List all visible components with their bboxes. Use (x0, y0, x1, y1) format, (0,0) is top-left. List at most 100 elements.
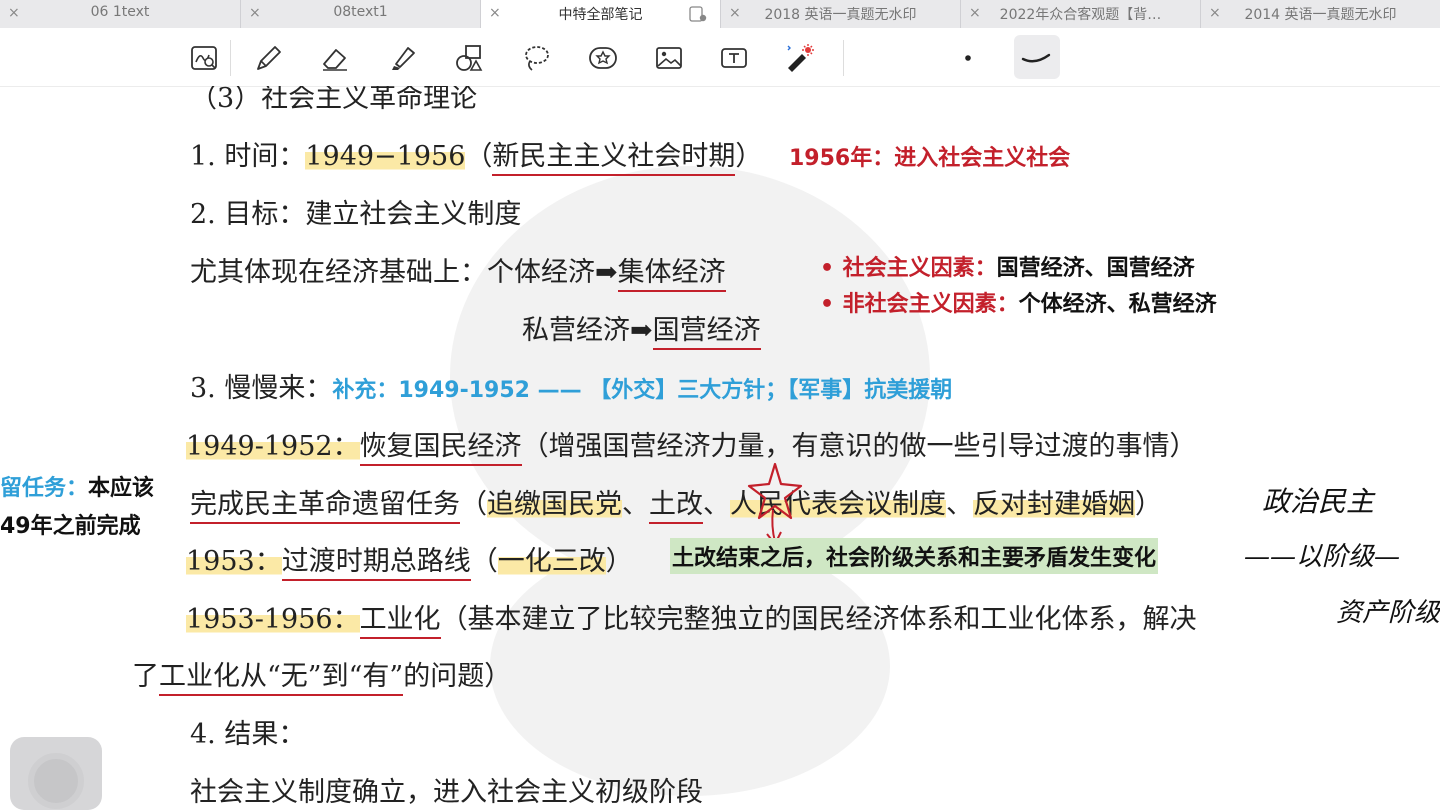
p1956b-line: 了工业化从“无”到“有”的问题） (132, 654, 512, 696)
p1953-open: （ (470, 546, 498, 577)
tab-bar: × 06 1text × 08text1 × 中特全部笔记 × 2018 英语一… (0, 0, 1440, 29)
toolbar-divider (843, 40, 844, 76)
item1-paren-open: （ (465, 141, 493, 172)
dot-size-icon[interactable] (950, 38, 986, 78)
democratic-b: 土改 (649, 489, 703, 524)
laser-pointer-icon[interactable] (782, 38, 818, 78)
bullet-icon: • (820, 256, 835, 281)
item2-text: 建立社会主义制度 (305, 199, 522, 230)
p1949-line: 1949-1952：恢复国民经济（增强国营经济力量，有意识的做一些引导过渡的事情… (186, 424, 1197, 466)
econ-collective: 集体经济 (617, 257, 726, 292)
democratic-sep1: 、 (622, 489, 649, 520)
p1956b-pre: 了 (132, 661, 159, 692)
tab-active-notes[interactable]: × 中特全部笔记 (481, 0, 721, 28)
side-note: 留任务：本应该 (0, 470, 154, 502)
tab-06-1text[interactable]: × 06 1text (0, 0, 241, 28)
democratic-line: 完成民主革命遗留任务（追缴国民党、土改、人民代表会议制度、反对封建婚姻） (190, 482, 1162, 524)
item3-line: 3. 慢慢来：补充：1949-1952 —— 【外交】三大方针；【军事】抗美援朝 (190, 366, 952, 405)
p1949-rest: （增强国营经济力量，有意识的做一些引导过渡的事情） (521, 431, 1197, 462)
p1953-green-note: 土改结束之后，社会阶级关系和主要矛盾发生变化 (670, 538, 1159, 574)
p1953-line-name: 过渡时期总路线 (281, 546, 471, 581)
p1949-task: 恢复国民经济 (359, 431, 522, 466)
split-view-icon[interactable] (689, 6, 707, 22)
toolbar-divider (230, 40, 231, 76)
side-note-line2: 49年之前完成 (0, 514, 141, 539)
shapes-icon[interactable] (451, 38, 487, 78)
item2-label: 2. 目标： (190, 199, 306, 230)
item1-label: 1. 时间： (190, 141, 306, 172)
assistive-touch-icon (28, 753, 84, 809)
textbox-icon[interactable] (716, 38, 752, 78)
sticker-icon[interactable] (585, 38, 621, 78)
tab-label: 06 1text (90, 4, 150, 20)
soc-factors: • 社会主义因素：国营经济、国营经济 (820, 250, 1195, 282)
side-note-blue: 留任务： (0, 476, 89, 501)
nonsoc-factors: • 非社会主义因素：个体经济、私营经济 (820, 286, 1217, 318)
econ-intro: 尤其体现在经济基础上：个体经济 (190, 257, 595, 288)
econ-line1: 尤其体现在经济基础上：个体经济➡集体经济 (190, 250, 726, 292)
democratic-sep3: 、 (946, 489, 973, 520)
democratic-a: 追缴国民党 (487, 489, 622, 520)
item3-supplement: 补充：1949-1952 —— 【外交】三大方针；【军事】抗美援朝 (332, 378, 953, 403)
p1956b-post: 的问题） (403, 661, 512, 692)
highlighter-icon[interactable] (384, 38, 420, 78)
pen-stroke-icon (1021, 53, 1051, 63)
item1-paren-close: ） (735, 141, 763, 172)
p1956-main: 工业化 (359, 604, 441, 639)
item1-period: 新民主主义社会时期 (492, 141, 736, 176)
p1953-year: 1953： (186, 546, 282, 577)
p1949-years: 1949-1952： (186, 431, 360, 462)
eraser-icon[interactable] (317, 38, 353, 78)
p1953-change: 一化三改 (497, 546, 606, 577)
handwritten-bourgeois: 资产阶级 (1336, 598, 1440, 628)
result-text: 社会主义制度确立，进入社会主义初级阶段 (190, 777, 703, 808)
tab-08text1[interactable]: × 08text1 (241, 0, 481, 28)
arrow-icon: ➡ (595, 257, 618, 288)
item1-note: 1956年：进入社会主义社会 (789, 146, 1071, 171)
p1956-rest: （基本建立了比较完整独立的国民经济体系和工业化体系，解决 (440, 604, 1197, 635)
tab-2022-zhonghe[interactable]: × 2022年众合客观题【背… (961, 0, 1201, 28)
handwritten-political: 政治民主 (1262, 485, 1375, 518)
pen-icon[interactable] (250, 38, 286, 78)
soc-text: 国营经济、国营经济 (996, 256, 1195, 281)
econ-private: 私营经济 (522, 315, 630, 346)
democratic-sep2: 、 (703, 489, 730, 520)
item1-years: 1949−1956 (305, 141, 466, 172)
tab-label: 08text1 (333, 4, 388, 20)
nonsoc-text: 个体经济、私营经济 (1018, 292, 1217, 317)
arrow-icon: ➡ (630, 315, 653, 346)
item2-line: 2. 目标：建立社会主义制度 (190, 192, 521, 231)
item3-label: 3. 慢慢来： (190, 373, 333, 404)
tab-2014-english[interactable]: × 2014 英语一真题无水印 (1201, 0, 1440, 28)
p1956b-ul: 工业化从“无”到“有” (159, 661, 404, 696)
lasso-icon[interactable] (518, 38, 554, 78)
soc-label: 社会主义因素： (842, 256, 997, 281)
tab-label: 中特全部笔记 (558, 7, 643, 23)
democratic-open: （ (460, 489, 487, 520)
item1-line: 1. 时间：1949−1956（新民主主义社会时期） (190, 134, 763, 176)
handwritten-class: ——以阶级— (1244, 542, 1401, 572)
tab-label: 2018 英语一真题无水印 (764, 7, 917, 23)
nonsoc-label: 非社会主义因素： (842, 292, 1019, 317)
p1953-line: 1953：过渡时期总路线（一化三改） (186, 539, 633, 581)
handwriting-zoom-icon[interactable] (186, 38, 222, 78)
side-note-black: 本应该 (88, 476, 155, 501)
notes-document[interactable]: （3）社会主义革命理论 1. 时间：1949−1956（新民主主义社会时期） 1… (0, 86, 1440, 810)
democratic-main: 完成民主革命遗留任务 (190, 489, 460, 524)
pen-stroke-selected[interactable] (1014, 35, 1060, 79)
assistive-touch-button[interactable] (10, 737, 102, 810)
tab-2018-english[interactable]: × 2018 英语一真题无水印 (721, 0, 961, 28)
econ-line2: 私营经济➡国营经济 (522, 308, 761, 350)
p1956-years: 1953-1956： (186, 604, 360, 635)
tab-label: 2022年众合客观题【背… (999, 7, 1162, 23)
tab-label: 2014 英语一真题无水印 (1244, 7, 1397, 23)
drawing-toolbar (0, 28, 1440, 87)
item4-label: 4. 结果： (190, 719, 306, 750)
handwritten-star-arrow (747, 462, 803, 546)
democratic-close: ） (1135, 489, 1162, 520)
democratic-d: 反对封建婚姻 (973, 489, 1135, 520)
p1953-close: ） (605, 546, 633, 577)
image-icon[interactable] (651, 38, 687, 78)
econ-state: 国营经济 (652, 315, 761, 350)
section-heading: （3）社会主义革命理论 (190, 86, 478, 114)
